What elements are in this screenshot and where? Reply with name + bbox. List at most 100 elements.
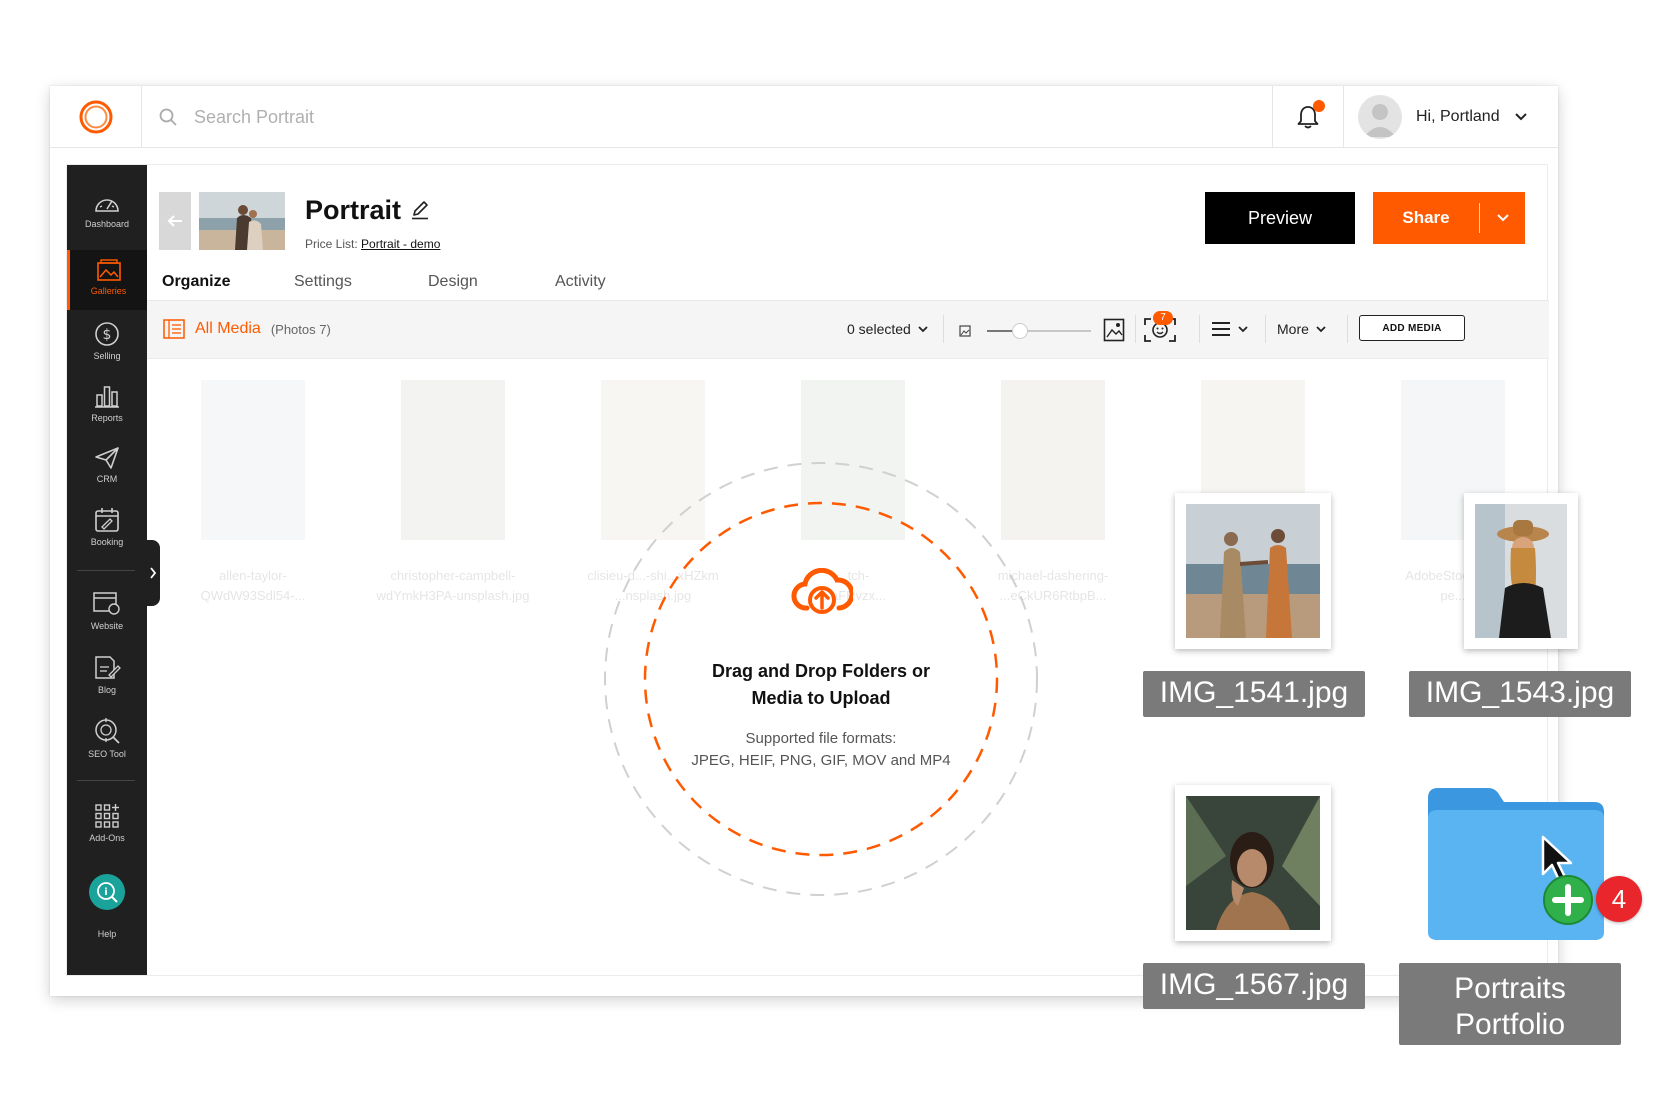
sidebar-item-label: SEO Tool — [88, 749, 126, 759]
sidebar-item-help[interactable]: i Help — [67, 865, 147, 945]
supported-formats-line: Supported file formats: — [745, 730, 897, 747]
view-mode-dropdown[interactable] — [1211, 321, 1249, 337]
supported-formats-line: JPEG, HEIF, PNG, GIF, MOV and MP4 — [691, 752, 951, 769]
drop-zone-title-line: Drag and Drop Folders or — [711, 661, 931, 681]
chevron-down-icon — [1514, 113, 1527, 121]
more-label: More — [1277, 321, 1309, 337]
sidebar-item-label: Selling — [93, 351, 121, 361]
sidebar-item-label: Help — [97, 929, 117, 939]
folder-name-line: Portfolio — [1454, 1008, 1566, 1041]
sidebar-item-reports[interactable]: Reports — [67, 375, 147, 435]
share-dropdown-toggle[interactable] — [1480, 213, 1525, 223]
edit-title-button[interactable] — [410, 200, 430, 225]
avatar — [1358, 95, 1402, 139]
toolbar-divider — [1135, 315, 1136, 343]
file-thumbnail — [1175, 785, 1331, 941]
media-caption-line: wdYmkH3PA-unsplash.jpg — [376, 588, 530, 603]
photo-woman-hat — [1475, 504, 1567, 638]
dollar-icon: $ — [95, 322, 119, 346]
selected-count: 0 selected — [847, 321, 911, 337]
photo-beach-couple — [1186, 504, 1320, 638]
cloud-upload-icon — [791, 568, 853, 614]
search-icon — [159, 108, 177, 126]
search-input[interactable] — [194, 106, 594, 128]
sidebar-item-dashboard[interactable]: Dashboard — [67, 183, 147, 243]
sidebar-item-galleries[interactable]: Galleries — [67, 250, 147, 310]
blog-icon — [95, 656, 121, 679]
more-dropdown[interactable]: More — [1277, 321, 1327, 337]
seo-icon — [95, 718, 120, 744]
all-media-label: All Media — [195, 320, 261, 337]
selection-dropdown[interactable]: 0 selected — [847, 321, 929, 337]
gallery-icon — [96, 259, 121, 281]
photo-count: (Photos 7) — [270, 321, 331, 337]
supported-formats: Supported file formats: JPEG, HEIF, PNG,… — [600, 728, 1042, 772]
photo-icon — [1475, 504, 1567, 638]
thumbnail-size-slider[interactable] — [987, 323, 1091, 339]
share-button[interactable]: Share — [1373, 192, 1525, 244]
small-image-icon — [959, 325, 971, 337]
sidebar-item-seo-tool[interactable]: SEO Tool — [67, 709, 147, 769]
speedometer-icon — [95, 199, 119, 212]
sidebar-item-blog[interactable]: Blog — [67, 647, 147, 707]
plus-add-icon — [1543, 875, 1593, 925]
arrow-left-icon — [167, 215, 182, 227]
sidebar-item-website[interactable]: Website — [67, 583, 147, 643]
media-caption: allen-taylor- QWdW93Sdl54-... — [163, 566, 343, 606]
user-greeting: Hi, Portland — [1416, 108, 1500, 125]
logo[interactable] — [50, 86, 142, 148]
media-thumbnail[interactable] — [201, 380, 305, 540]
sidebar: Dashboard Galleries $ Selling Reports CR… — [67, 165, 147, 975]
folder-name-line: Portraits — [1454, 972, 1566, 1005]
sidebar-item-label: Blog — [97, 685, 116, 695]
file-name: IMG_1567.jpg — [1143, 963, 1365, 1009]
grid-icon — [95, 804, 119, 828]
file-thumbnail — [1464, 493, 1578, 649]
notifications-button[interactable] — [1272, 86, 1344, 148]
price-list-link[interactable]: Portrait - demo — [361, 237, 440, 251]
gallery-cover-thumbnail[interactable] — [199, 192, 285, 250]
sidebar-item-label: Reports — [91, 413, 123, 423]
help-icon: i — [89, 874, 125, 910]
website-icon — [93, 592, 120, 615]
list-icon — [163, 319, 185, 339]
sidebar-item-label: CRM — [96, 474, 118, 484]
drop-zone-title-line: Media to Upload — [751, 688, 891, 708]
slider-handle[interactable] — [1012, 323, 1029, 339]
sidebar-item-selling[interactable]: $ Selling — [67, 313, 147, 373]
back-button[interactable] — [159, 192, 191, 250]
chevron-down-icon — [1496, 214, 1509, 222]
toolbar-divider — [1265, 315, 1266, 343]
all-media-selector[interactable]: All Media (Photos 7) — [163, 319, 331, 339]
page-title: Portrait — [305, 195, 402, 225]
search-bar — [158, 86, 594, 148]
paper-plane-icon — [95, 447, 119, 469]
sidebar-item-add-ons[interactable]: Add-Ons — [67, 795, 147, 855]
notification-dot — [1313, 100, 1325, 112]
media-caption-line: christopher-campbell- — [390, 568, 516, 583]
folder-name: Portraits Portfolio — [1399, 963, 1621, 1045]
sidebar-item-crm[interactable]: CRM — [67, 438, 147, 498]
toolbar-divider — [1199, 315, 1200, 343]
media-toolbar: All Media (Photos 7) 0 selected 7 More A… — [147, 301, 1549, 359]
media-caption: christopher-campbell-wdYmkH3PA-unsplash.… — [363, 566, 543, 606]
sidebar-divider — [77, 780, 135, 781]
user-menu[interactable]: Hi, Portland — [1358, 86, 1528, 148]
file-name: IMG_1543.jpg — [1409, 671, 1631, 717]
media-caption-line: allen-taylor- — [219, 568, 287, 583]
sidebar-item-booking[interactable]: Booking — [67, 499, 147, 559]
media-thumbnail[interactable] — [401, 380, 505, 540]
toolbar-divider — [943, 315, 944, 343]
chevron-down-icon — [918, 326, 928, 333]
toolbar-divider — [1347, 315, 1348, 343]
svg-text:i: i — [104, 887, 107, 898]
preview-button[interactable]: Preview — [1205, 192, 1355, 244]
dragged-folder[interactable] — [1424, 784, 1608, 947]
menu-lines-icon — [1212, 322, 1230, 336]
bar-chart-icon — [95, 386, 119, 408]
add-media-button[interactable]: ADD MEDIA — [1359, 315, 1465, 341]
svg-text:$: $ — [103, 327, 112, 343]
face-count-badge: 7 — [1153, 311, 1173, 325]
drop-zone[interactable]: Drag and Drop Folders or Media to Upload… — [600, 458, 1042, 900]
large-image-icon — [1103, 318, 1125, 342]
